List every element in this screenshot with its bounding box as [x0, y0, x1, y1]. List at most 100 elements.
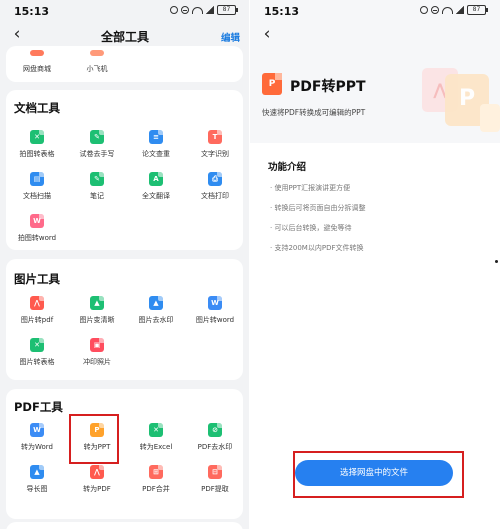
- tool-label: 拍图转word: [17, 234, 57, 242]
- tool-item[interactable]: W 转为Word: [8, 423, 66, 463]
- status-time: 15:13: [14, 5, 50, 18]
- tool-item[interactable]: T 文字识别: [186, 130, 244, 170]
- wifi-icon: [442, 6, 453, 14]
- tool-item[interactable]: ✎ 笔记: [68, 172, 126, 212]
- tool-small-plane[interactable]: 小飞机: [68, 50, 126, 90]
- image-to-pdf-icon: ⋀: [30, 296, 44, 310]
- hero-title: PDF转PPT: [290, 79, 366, 95]
- edit-button[interactable]: 编辑: [221, 30, 240, 44]
- translate-icon: A: [149, 172, 163, 186]
- to-pdf-icon: ⋀: [90, 465, 104, 479]
- plane-icon: [90, 50, 104, 56]
- export-long-image-icon: ▲: [30, 465, 44, 479]
- section-title: 文档工具: [14, 101, 60, 115]
- do-not-disturb-icon: [431, 6, 439, 14]
- tool-label: 转为Excel: [139, 443, 173, 451]
- erase-handwriting-icon: ✎: [90, 130, 104, 144]
- tool-label: 图片转pdf: [20, 316, 54, 324]
- tool-item[interactable]: ▲ 图片变清晰: [68, 296, 126, 336]
- excel-camera-icon: ✕: [30, 130, 44, 144]
- tool-label: 转为PDF: [83, 485, 111, 493]
- store-icon: [30, 50, 44, 56]
- tool-item[interactable]: ≡ 论文查重: [127, 130, 185, 170]
- tools-screen: 15:13 87 ‹ 全部工具 编辑 网盘商城 小飞机 文档工具 ✕ 拍图转表格 ✎…: [0, 0, 250, 529]
- tool-label: 网盘商城: [23, 65, 51, 73]
- pdf-to-ppt-screen: 15:13 87 ‹ ⋀ P P PDF转PPT 快速将PDF转换成可编辑的PP…: [250, 0, 500, 529]
- tool-item[interactable]: ✎ 试卷去手写: [68, 130, 126, 170]
- tool-item[interactable]: ⊞ PDF合并: [127, 465, 185, 505]
- section-title: 图片工具: [14, 272, 60, 286]
- tool-label: 文档打印: [201, 192, 229, 200]
- tool-label: 图片变清晰: [79, 316, 115, 324]
- feature-item: · 支持200M以内PDF文件转换: [270, 244, 364, 252]
- tool-net-disk-store[interactable]: 网盘商城: [8, 50, 66, 90]
- tool-item[interactable]: ✕ 转为Excel: [127, 423, 185, 463]
- tool-label: 图片转word: [195, 316, 235, 324]
- tool-label: 图片去水印: [138, 316, 174, 324]
- page-title: 全部工具: [100, 30, 149, 44]
- tool-item[interactable]: ▲ 图片去水印: [127, 296, 185, 336]
- tool-label: 转为Word: [21, 443, 53, 451]
- image-tools-card: 图片工具 ⋀ 图片转pdf ▲ 图片变清晰 ▲ 图片去水印 W 图片转word ✕ 图片转表格 ▣ 冲…: [6, 259, 243, 380]
- word-camera-icon: W: [30, 214, 44, 228]
- feature-item: · 转换后可将页面自由分拆调整: [270, 204, 366, 212]
- tool-item[interactable]: ✕ 拍图转表格: [8, 130, 66, 170]
- tool-item[interactable]: W 图片转word: [186, 296, 244, 336]
- feature-item: · 可以后台转换，避免等待: [270, 224, 352, 232]
- status-bar: 15:13 87: [0, 0, 250, 22]
- tool-label: 小飞机: [86, 65, 108, 73]
- wifi-icon: [192, 6, 203, 14]
- doc-scan-icon: ▤: [30, 172, 44, 186]
- back-button[interactable]: ‹: [258, 24, 276, 46]
- alarm-icon: [170, 6, 178, 14]
- status-time: 15:13: [264, 5, 300, 18]
- tool-label: PDF合并: [142, 485, 170, 493]
- tool-item[interactable]: ⎙ 文档打印: [186, 172, 244, 212]
- do-not-disturb-icon: [181, 6, 189, 14]
- status-icons: 87: [170, 5, 238, 15]
- tool-item[interactable]: ⊘ PDF去水印: [186, 423, 244, 463]
- tool-item[interactable]: W 拍图转word: [8, 214, 66, 254]
- top-tools-card: 网盘商城 小飞机: [6, 46, 243, 82]
- remove-watermark-icon: ▲: [149, 296, 163, 310]
- notes-icon: ✎: [90, 172, 104, 186]
- pdf-extract-icon: ⊟: [208, 465, 222, 479]
- tool-label: 导长图: [26, 485, 48, 493]
- pdf-to-excel-icon: ✕: [149, 423, 163, 437]
- pdf-merge-icon: ⊞: [149, 465, 163, 479]
- photo-print-icon: ▣: [90, 338, 104, 352]
- image-to-excel-icon: ✕: [30, 338, 44, 352]
- tool-label: PDF提取: [201, 485, 229, 493]
- tool-label: PDF去水印: [197, 443, 233, 451]
- tool-item[interactable]: ✕ 图片转表格: [8, 338, 66, 378]
- doc-tools-card: 文档工具 ✕ 拍图转表格 ✎ 试卷去手写 ≡ 论文查重 T 文字识别 ▤ 文档扫描 ✎ 笔记 A 全文翻译…: [6, 90, 243, 250]
- tool-item[interactable]: ▣ 冲印照片: [68, 338, 126, 378]
- signal-icon: [206, 6, 214, 14]
- battery-icon: 87: [467, 5, 488, 15]
- tool-label: 图片转表格: [19, 358, 55, 366]
- image-enhance-icon: ▲: [90, 296, 104, 310]
- tool-label: 笔记: [90, 192, 104, 200]
- pdf-tools-card: PDF工具 W 转为Word P 转为PPT ✕ 转为Excel ⊘ PDF去水印 ▲ 导长图 ⋀ 转…: [6, 389, 243, 519]
- alarm-icon: [420, 6, 428, 14]
- paper-check-icon: ≡: [149, 130, 163, 144]
- hero-subtitle: 快速将PDF转换成可编辑的PPT: [262, 108, 366, 117]
- tool-item[interactable]: ⋀ 图片转pdf: [8, 296, 66, 336]
- tool-label: 文档扫描: [23, 192, 51, 200]
- tool-item[interactable]: ▤ 文档扫描: [8, 172, 66, 212]
- tool-item[interactable]: A 全文翻译: [127, 172, 185, 212]
- tool-item[interactable]: ⋀ 转为PDF: [68, 465, 126, 505]
- battery-icon: 87: [217, 5, 238, 15]
- top-nav: ‹: [250, 24, 500, 48]
- highlight-select-button: [293, 451, 464, 498]
- text-ocr-icon: T: [208, 130, 222, 144]
- tool-label: 拍图转表格: [19, 150, 55, 158]
- tool-label: 论文查重: [142, 150, 170, 158]
- pdf-to-word-icon: W: [30, 423, 44, 437]
- tool-item[interactable]: ▲ 导长图: [8, 465, 66, 505]
- status-icons: 87: [420, 5, 488, 15]
- tool-item[interactable]: ⊟ PDF提取: [186, 465, 244, 505]
- section-title: PDF工具: [14, 400, 63, 414]
- tool-label: 文字识别: [201, 150, 229, 158]
- pdf-remove-watermark-icon: ⊘: [208, 423, 222, 437]
